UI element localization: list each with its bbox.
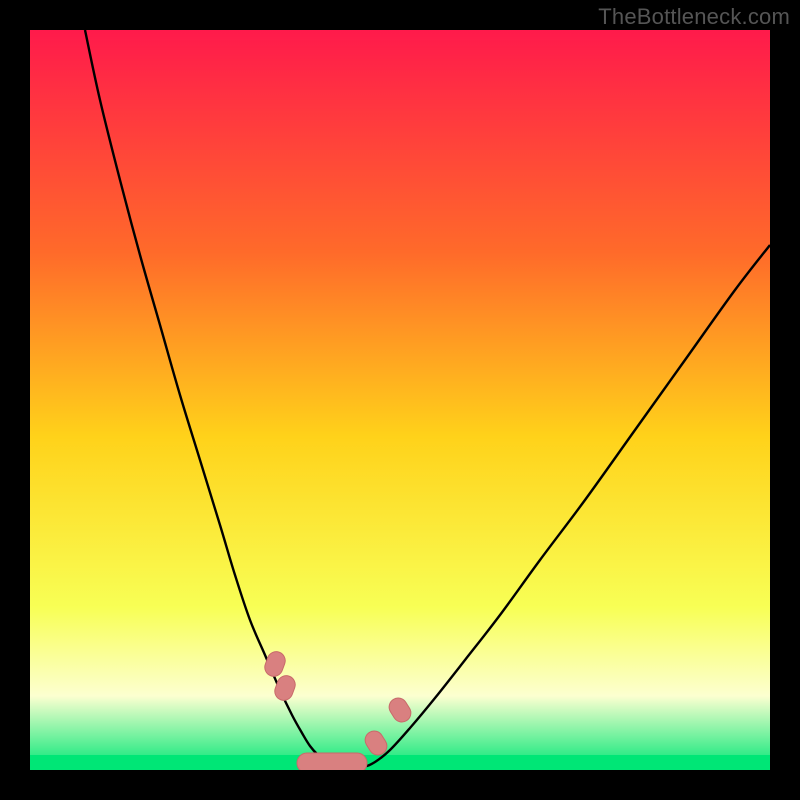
plot-svg: [30, 30, 770, 770]
attribution-text: TheBottleneck.com: [598, 4, 790, 30]
green-baseline-band: [30, 755, 770, 770]
marker-bottom-bar: [297, 753, 367, 770]
gradient-background: [30, 30, 770, 770]
chart-frame: TheBottleneck.com: [0, 0, 800, 800]
plot-area: [30, 30, 770, 770]
